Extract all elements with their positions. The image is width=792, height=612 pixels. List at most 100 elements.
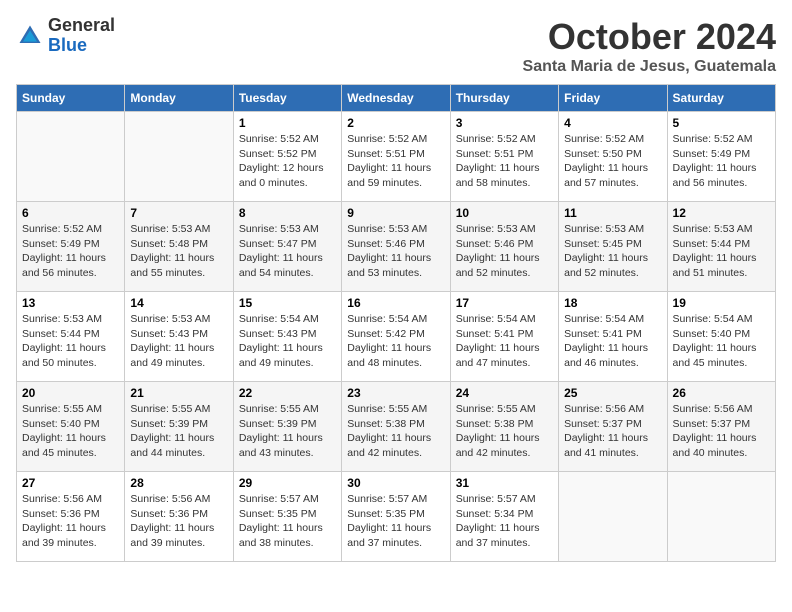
day-info: Sunrise: 5:53 AM Sunset: 5:43 PM Dayligh… (130, 312, 227, 371)
title-block: October 2024 Santa Maria de Jesus, Guate… (523, 16, 776, 76)
day-info: Sunrise: 5:57 AM Sunset: 5:35 PM Dayligh… (239, 492, 336, 551)
calendar-cell: 27 Sunrise: 5:56 AM Sunset: 5:36 PM Dayli… (17, 472, 125, 562)
day-info: Sunrise: 5:53 AM Sunset: 5:46 PM Dayligh… (347, 222, 444, 281)
calendar-week-3: 13Sunrise: 5:53 AM Sunset: 5:44 PM Dayli… (17, 292, 776, 382)
calendar-cell: 12 Sunrise: 5:53 AM Sunset: 5:44 PM Dayli… (667, 202, 775, 292)
calendar-cell: 13Sunrise: 5:53 AM Sunset: 5:44 PM Dayli… (17, 292, 125, 382)
day-info: Sunrise: 5:56 AM Sunset: 5:37 PM Dayligh… (673, 402, 770, 461)
day-info: Sunrise: 5:56 AM Sunset: 5:36 PM Dayligh… (22, 492, 119, 551)
page-header: General Blue October 2024 Santa Maria de… (16, 16, 776, 76)
day-info: Sunrise: 5:52 AM Sunset: 5:52 PM Dayligh… (239, 132, 336, 191)
day-info: Sunrise: 5:56 AM Sunset: 5:37 PM Dayligh… (564, 402, 661, 461)
day-info: Sunrise: 5:55 AM Sunset: 5:39 PM Dayligh… (239, 402, 336, 461)
day-info: Sunrise: 5:52 AM Sunset: 5:50 PM Dayligh… (564, 132, 661, 191)
calendar-cell: 31Sunrise: 5:57 AM Sunset: 5:34 PM Dayli… (450, 472, 558, 562)
logo-text: General Blue (48, 16, 115, 56)
calendar-cell: 21Sunrise: 5:55 AM Sunset: 5:39 PM Dayli… (125, 382, 233, 472)
day-number: 31 (456, 476, 553, 490)
day-info: Sunrise: 5:55 AM Sunset: 5:38 PM Dayligh… (456, 402, 553, 461)
calendar-cell: 11Sunrise: 5:53 AM Sunset: 5:45 PM Dayli… (559, 202, 667, 292)
day-info: Sunrise: 5:52 AM Sunset: 5:51 PM Dayligh… (456, 132, 553, 191)
day-info: Sunrise: 5:52 AM Sunset: 5:49 PM Dayligh… (22, 222, 119, 281)
logo: General Blue (16, 16, 115, 56)
calendar-cell: 8 Sunrise: 5:53 AM Sunset: 5:47 PM Daylig… (233, 202, 341, 292)
day-info: Sunrise: 5:54 AM Sunset: 5:41 PM Dayligh… (456, 312, 553, 371)
calendar-cell: 30 Sunrise: 5:57 AM Sunset: 5:35 PM Dayli… (342, 472, 450, 562)
day-number: 3 (456, 116, 553, 130)
day-info: Sunrise: 5:53 AM Sunset: 5:47 PM Dayligh… (239, 222, 336, 281)
day-number: 8 (239, 206, 336, 220)
calendar-cell: 2 Sunrise: 5:52 AM Sunset: 5:51 PM Daylig… (342, 112, 450, 202)
day-number: 7 (130, 206, 227, 220)
day-number: 24 (456, 386, 553, 400)
calendar-cell (667, 472, 775, 562)
day-number: 19 (673, 296, 770, 310)
weekday-header-tuesday: Tuesday (233, 85, 341, 112)
calendar-cell: 22 Sunrise: 5:55 AM Sunset: 5:39 PM Dayli… (233, 382, 341, 472)
day-number: 17 (456, 296, 553, 310)
day-number: 9 (347, 206, 444, 220)
location: Santa Maria de Jesus, Guatemala (523, 58, 776, 76)
weekday-header-thursday: Thursday (450, 85, 558, 112)
calendar-cell: 20Sunrise: 5:55 AM Sunset: 5:40 PM Dayli… (17, 382, 125, 472)
day-number: 28 (130, 476, 227, 490)
calendar-week-4: 20Sunrise: 5:55 AM Sunset: 5:40 PM Dayli… (17, 382, 776, 472)
calendar-cell: 19 Sunrise: 5:54 AM Sunset: 5:40 PM Dayli… (667, 292, 775, 382)
month-title: October 2024 (523, 16, 776, 58)
day-number: 5 (673, 116, 770, 130)
calendar-cell: 6Sunrise: 5:52 AM Sunset: 5:49 PM Daylig… (17, 202, 125, 292)
calendar-cell: 25 Sunrise: 5:56 AM Sunset: 5:37 PM Dayli… (559, 382, 667, 472)
day-number: 29 (239, 476, 336, 490)
day-number: 10 (456, 206, 553, 220)
weekday-header-saturday: Saturday (667, 85, 775, 112)
calendar-week-1: 1Sunrise: 5:52 AM Sunset: 5:52 PM Daylig… (17, 112, 776, 202)
calendar-body: 1Sunrise: 5:52 AM Sunset: 5:52 PM Daylig… (17, 112, 776, 562)
weekday-header-monday: Monday (125, 85, 233, 112)
calendar-week-5: 27 Sunrise: 5:56 AM Sunset: 5:36 PM Dayli… (17, 472, 776, 562)
day-info: Sunrise: 5:55 AM Sunset: 5:38 PM Dayligh… (347, 402, 444, 461)
day-number: 20 (22, 386, 119, 400)
day-number: 26 (673, 386, 770, 400)
day-number: 27 (22, 476, 119, 490)
weekday-header-row: SundayMondayTuesdayWednesdayThursdayFrid… (17, 85, 776, 112)
weekday-header-wednesday: Wednesday (342, 85, 450, 112)
day-number: 2 (347, 116, 444, 130)
day-info: Sunrise: 5:53 AM Sunset: 5:44 PM Dayligh… (673, 222, 770, 281)
calendar-cell (17, 112, 125, 202)
calendar-header: SundayMondayTuesdayWednesdayThursdayFrid… (17, 85, 776, 112)
day-info: Sunrise: 5:53 AM Sunset: 5:44 PM Dayligh… (22, 312, 119, 371)
calendar-cell: 29 Sunrise: 5:57 AM Sunset: 5:35 PM Dayli… (233, 472, 341, 562)
calendar-cell (125, 112, 233, 202)
logo-blue: Blue (48, 36, 115, 56)
day-number: 14 (130, 296, 227, 310)
logo-general: General (48, 16, 115, 36)
day-number: 15 (239, 296, 336, 310)
calendar-cell: 17 Sunrise: 5:54 AM Sunset: 5:41 PM Dayli… (450, 292, 558, 382)
calendar-cell: 14 Sunrise: 5:53 AM Sunset: 5:43 PM Dayli… (125, 292, 233, 382)
calendar-cell: 7Sunrise: 5:53 AM Sunset: 5:48 PM Daylig… (125, 202, 233, 292)
calendar-cell: 1Sunrise: 5:52 AM Sunset: 5:52 PM Daylig… (233, 112, 341, 202)
day-info: Sunrise: 5:57 AM Sunset: 5:35 PM Dayligh… (347, 492, 444, 551)
day-number: 12 (673, 206, 770, 220)
day-info: Sunrise: 5:54 AM Sunset: 5:40 PM Dayligh… (673, 312, 770, 371)
day-info: Sunrise: 5:52 AM Sunset: 5:51 PM Dayligh… (347, 132, 444, 191)
day-info: Sunrise: 5:55 AM Sunset: 5:39 PM Dayligh… (130, 402, 227, 461)
calendar-cell: 23 Sunrise: 5:55 AM Sunset: 5:38 PM Dayli… (342, 382, 450, 472)
day-number: 30 (347, 476, 444, 490)
day-number: 4 (564, 116, 661, 130)
calendar-cell: 15Sunrise: 5:54 AM Sunset: 5:43 PM Dayli… (233, 292, 341, 382)
day-number: 23 (347, 386, 444, 400)
calendar-cell: 3 Sunrise: 5:52 AM Sunset: 5:51 PM Daylig… (450, 112, 558, 202)
calendar-cell: 10Sunrise: 5:53 AM Sunset: 5:46 PM Dayli… (450, 202, 558, 292)
day-number: 25 (564, 386, 661, 400)
weekday-header-friday: Friday (559, 85, 667, 112)
day-number: 22 (239, 386, 336, 400)
day-number: 16 (347, 296, 444, 310)
calendar-table: SundayMondayTuesdayWednesdayThursdayFrid… (16, 84, 776, 562)
calendar-cell: 18Sunrise: 5:54 AM Sunset: 5:41 PM Dayli… (559, 292, 667, 382)
day-info: Sunrise: 5:56 AM Sunset: 5:36 PM Dayligh… (130, 492, 227, 551)
calendar-week-2: 6Sunrise: 5:52 AM Sunset: 5:49 PM Daylig… (17, 202, 776, 292)
calendar-cell: 4 Sunrise: 5:52 AM Sunset: 5:50 PM Daylig… (559, 112, 667, 202)
calendar-cell: 9 Sunrise: 5:53 AM Sunset: 5:46 PM Daylig… (342, 202, 450, 292)
day-number: 18 (564, 296, 661, 310)
